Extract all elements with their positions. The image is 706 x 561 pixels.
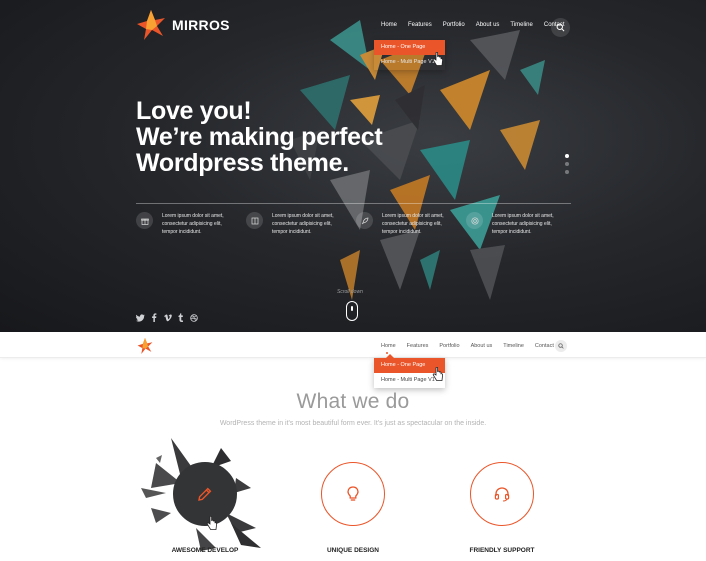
service-label-design: UNIQUE DESIGN	[326, 547, 379, 554]
section-title: What we do	[296, 390, 410, 413]
service-circle-support[interactable]	[470, 462, 534, 526]
dribbble-icon[interactable]	[190, 313, 198, 322]
service-circle-develop[interactable]	[173, 462, 237, 526]
feature-text-line: Lorem ipsum dolor sit amet,	[492, 213, 554, 219]
nav-item-home[interactable]: Home	[381, 343, 396, 349]
feature-text-line: consectetur adipisicing elit,	[492, 221, 552, 227]
feature-text-line: Lorem ipsum dolor sit amet,	[162, 213, 224, 219]
hero-features: Lorem ipsum dolor sit amet, consectetur …	[136, 212, 576, 236]
hand-cursor-icon	[206, 516, 218, 530]
pencil-icon	[198, 487, 212, 501]
service-label-support: FRIENDLY SUPPORT	[469, 547, 535, 554]
feature-text-line: tempor incididunt.	[162, 229, 202, 235]
search-button[interactable]	[555, 340, 567, 352]
feature-item: Lorem ipsum dolor sit amet, consectetur …	[466, 212, 576, 236]
headset-icon	[494, 487, 510, 502]
logo-star-icon[interactable]	[136, 337, 154, 355]
nav-item-timeline[interactable]: Timeline	[510, 22, 532, 28]
hero-headline: Love you! We’re making perfect Wordpress…	[136, 97, 383, 177]
feature-text-line: consectetur adipisicing elit,	[162, 221, 222, 227]
slider-dot-1[interactable]	[565, 154, 569, 158]
brand-name: MIRROS	[172, 17, 230, 33]
brand-logo[interactable]: MIRROS	[136, 8, 230, 42]
book-icon	[246, 212, 263, 229]
feature-text-line: Lorem ipsum dolor sit amet,	[382, 213, 444, 219]
nav-item-portfolio[interactable]: Portfolio	[439, 343, 459, 349]
feature-text-line: consectetur adipisicing elit,	[382, 221, 442, 227]
slider-dots	[565, 154, 569, 178]
tumblr-icon[interactable]	[178, 313, 184, 322]
hero-divider	[136, 203, 571, 204]
search-icon	[556, 23, 565, 32]
nav-item-portfolio[interactable]: Portfolio	[443, 22, 465, 28]
search-icon	[558, 343, 564, 349]
feature-text-line: tempor incididunt.	[492, 229, 532, 235]
feature-text-line: tempor incididunt.	[382, 229, 422, 235]
vimeo-icon[interactable]	[163, 313, 172, 322]
logo-star-icon	[137, 10, 165, 40]
gift-icon	[136, 212, 153, 229]
section-subtitle: WordPress theme in it's most beautiful f…	[219, 420, 487, 427]
search-button[interactable]	[551, 18, 570, 37]
feature-item: Lorem ipsum dolor sit amet, consectetur …	[246, 212, 356, 236]
rocket-icon	[356, 212, 373, 229]
feature-item: Lorem ipsum dolor sit amet, consectetur …	[136, 212, 246, 236]
slider-dot-3[interactable]	[565, 170, 569, 174]
nav-item-features[interactable]: Features	[408, 22, 432, 28]
nav-item-contact[interactable]: Contact	[535, 343, 554, 349]
hero-section: MIRROS Home Features Portfolio About us …	[0, 0, 706, 332]
feature-item: Lorem ipsum dolor sit amet, consectetur …	[356, 212, 466, 236]
hand-cursor-icon	[432, 52, 444, 66]
nav-item-features[interactable]: Features	[407, 343, 429, 349]
lightbulb-icon	[347, 486, 359, 501]
facebook-icon[interactable]	[151, 313, 157, 322]
nav-item-home[interactable]: Home	[381, 22, 397, 28]
lifebuoy-icon	[466, 212, 483, 229]
scroll-mouse-icon[interactable]	[346, 301, 358, 321]
headline-line-3: Wordpress theme.	[136, 149, 349, 177]
headline-line-2: We’re making perfect	[136, 123, 383, 151]
nav-item-about-us[interactable]: About us	[476, 22, 500, 28]
twitter-icon[interactable]	[136, 313, 145, 322]
sticky-nav: Home Features Portfolio About us Timelin…	[381, 343, 565, 349]
slider-dot-2[interactable]	[565, 162, 569, 166]
feature-text-line: tempor incididunt.	[272, 229, 312, 235]
main-nav: Home Features Portfolio About us Timelin…	[381, 22, 576, 28]
sticky-header: Home Features Portfolio About us Timelin…	[0, 332, 706, 358]
hand-cursor-icon	[432, 367, 444, 381]
headline-line-1: Love you!	[136, 97, 252, 125]
feature-text-line: consectetur adipisicing elit,	[272, 221, 332, 227]
service-label-develop: AWESOME DEVELOP	[171, 547, 239, 554]
nav-item-about-us[interactable]: About us	[471, 343, 493, 349]
nav-item-timeline[interactable]: Timeline	[503, 343, 524, 349]
service-circle-design[interactable]	[321, 462, 385, 526]
social-links	[136, 313, 204, 322]
feature-text-line: Lorem ipsum dolor sit amet,	[272, 213, 334, 219]
scroll-down-label: Scroll down	[337, 289, 363, 295]
